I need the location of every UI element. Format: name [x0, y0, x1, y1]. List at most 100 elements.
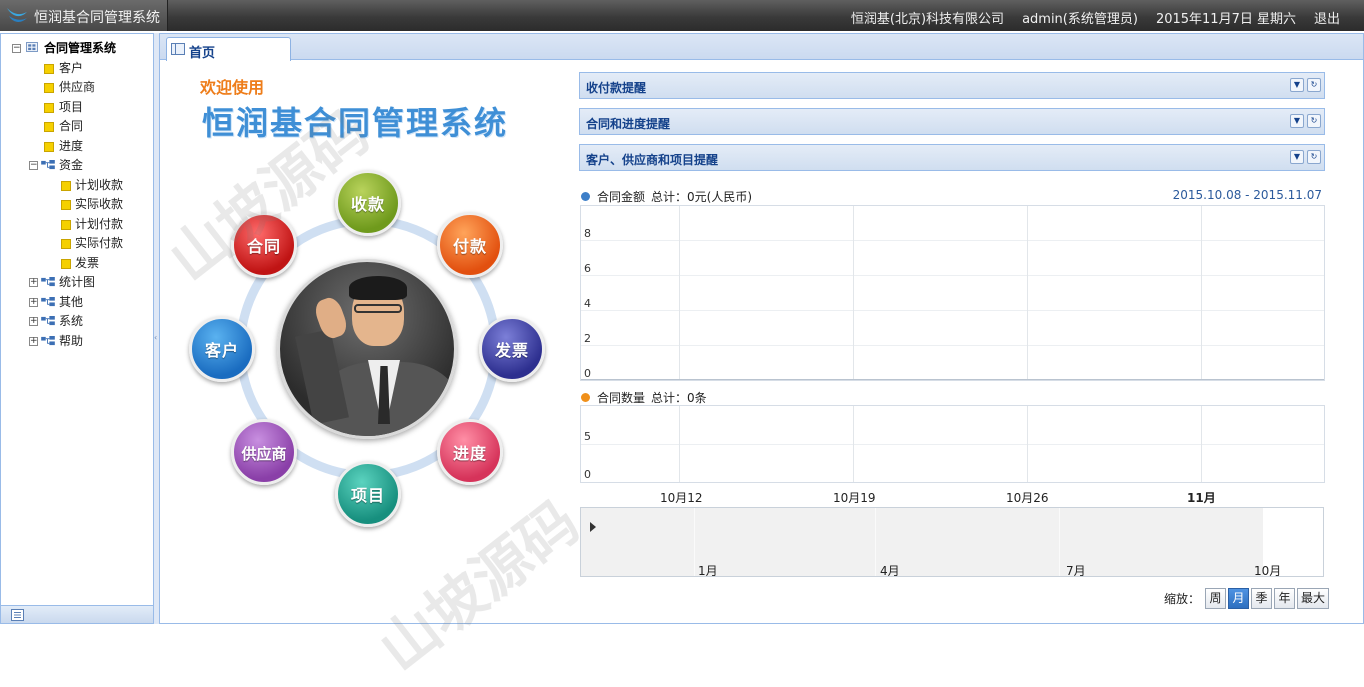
- tree-item-invoice[interactable]: 发票: [10, 254, 150, 274]
- count-legend-dot: [581, 393, 590, 402]
- zoom-quarter-button[interactable]: 季: [1251, 587, 1273, 609]
- sidebar-footer: [1, 605, 153, 623]
- expand-icon[interactable]: +: [29, 278, 38, 287]
- tree-item-actual-receipt[interactable]: 实际收款: [10, 195, 150, 215]
- company-name: 恒润基(北京)科技有限公司: [850, 12, 1005, 27]
- tree-item-actual-payment[interactable]: 实际付款: [10, 234, 150, 254]
- tree-item-customer[interactable]: 客户: [10, 59, 150, 79]
- tree-item-label: 计划付款: [75, 216, 124, 231]
- y-tick-label: 4: [584, 297, 591, 310]
- navigator-handle-icon[interactable]: [590, 522, 596, 532]
- tree-item-label: 实际收款: [75, 197, 124, 211]
- dropdown-icon[interactable]: ▼: [1290, 150, 1304, 164]
- refresh-icon[interactable]: ↻: [1307, 114, 1321, 128]
- y-tick-label: 0: [584, 468, 591, 481]
- x-tick-label: 10月19: [833, 491, 876, 505]
- system-brand: 恒润基合同管理系统: [202, 104, 509, 142]
- x-tick-label: 10月12: [660, 491, 703, 505]
- y-tick-label: 0: [584, 367, 591, 380]
- tree-item-supplier[interactable]: 供应商: [10, 78, 150, 98]
- amount-chart: 8 6 4 2 0: [580, 205, 1325, 381]
- tab-home[interactable]: 首页: [166, 37, 291, 61]
- y-tick-label: 6: [584, 262, 591, 275]
- navigator-tick: 7月: [1066, 564, 1086, 578]
- module-icon: [41, 296, 55, 306]
- project-button[interactable]: 项目: [335, 461, 401, 527]
- range-navigator[interactable]: 1月 4月 7月 10月: [580, 507, 1324, 578]
- zoom-max-button[interactable]: 最大: [1297, 587, 1330, 609]
- nav-tree: − 合同管理系统 客户 供应商 项目 合同 进度 − 资金 计划收款 实际收款 …: [10, 39, 150, 351]
- amount-summary: 总计：0元(人民币): [651, 190, 752, 204]
- tree-group-system[interactable]: + 系统: [10, 312, 150, 332]
- y-tick-label: 8: [584, 227, 591, 240]
- page-icon: [61, 180, 71, 191]
- dropdown-icon[interactable]: ▼: [1290, 114, 1304, 128]
- payment-button[interactable]: 付款: [437, 212, 503, 278]
- invoice-button[interactable]: 发票: [479, 316, 545, 382]
- top-header: 恒润基合同管理系统 恒润基(北京)科技有限公司 admin(系统管理员) 201…: [0, 0, 1364, 31]
- supplier-button[interactable]: 供应商: [231, 419, 297, 485]
- refresh-icon[interactable]: ↻: [1307, 78, 1321, 92]
- tree-group-label: 其他: [59, 294, 84, 309]
- module-icon: [41, 160, 55, 170]
- tree-item-label: 进度: [59, 138, 84, 153]
- logout-link[interactable]: 退出: [1314, 8, 1340, 27]
- collapse-icon[interactable]: −: [12, 44, 21, 53]
- refresh-icon[interactable]: ↻: [1307, 150, 1321, 164]
- tree-item-label: 项目: [59, 99, 84, 114]
- tree-item-label: 客户: [59, 60, 84, 75]
- tree-item-label: 合同: [59, 119, 84, 133]
- tree-group-charts[interactable]: + 统计图: [10, 273, 150, 293]
- dropdown-icon[interactable]: ▼: [1290, 78, 1304, 92]
- tree-item-label: 供应商: [59, 80, 96, 94]
- tree-item-label: 发票: [75, 255, 100, 270]
- zoom-month-button[interactable]: 月: [1228, 587, 1250, 609]
- customer-button[interactable]: 客户: [189, 316, 255, 382]
- expand-icon[interactable]: +: [29, 336, 38, 346]
- tree-item-label: 计划收款: [75, 177, 124, 192]
- current-date: 2015年11月7日 星期六: [1155, 12, 1296, 27]
- tree-item-progress[interactable]: 进度: [10, 137, 150, 157]
- list-icon[interactable]: [11, 609, 24, 621]
- contract-progress-reminder-panel[interactable]: 合同和进度提醒 ▼ ↻: [579, 108, 1325, 135]
- customer-reminder-panel[interactable]: 客户、供应商和项目提醒 ▼ ↻: [579, 144, 1325, 171]
- current-user: admin(系统管理员): [1022, 12, 1138, 27]
- tree-item-contract[interactable]: 合同: [10, 117, 150, 137]
- y-tick-label: 5: [584, 430, 591, 443]
- progress-button[interactable]: 进度: [437, 419, 503, 485]
- logo-icon: [7, 8, 27, 22]
- navigator-tick: 4月: [880, 564, 900, 578]
- count-legend: 合同数量 总计：0条: [580, 389, 980, 405]
- collapse-icon[interactable]: −: [29, 161, 38, 170]
- tree-group-help[interactable]: + 帮助: [10, 332, 150, 352]
- tree-item-project[interactable]: 项目: [10, 98, 150, 118]
- payment-reminder-panel[interactable]: 收付款提醒 ▼ ↻: [579, 72, 1325, 99]
- expand-icon[interactable]: +: [29, 297, 38, 307]
- contract-button[interactable]: 合同: [231, 212, 297, 278]
- y-tick-label: 2: [584, 332, 591, 345]
- zoom-label: 缩放：: [1164, 591, 1201, 606]
- navigator-selection[interactable]: [581, 508, 1263, 576]
- tree-item-planned-payment[interactable]: 计划付款: [10, 215, 150, 235]
- navigator-tick: 10月: [1254, 564, 1282, 578]
- x-tick-label: 11月: [1187, 491, 1216, 505]
- tree-group-label: 帮助: [59, 333, 84, 348]
- expand-icon[interactable]: +: [29, 317, 38, 326]
- module-icon: [41, 335, 55, 345]
- receipt-button[interactable]: 收款: [335, 170, 401, 236]
- zoom-week-button[interactable]: 周: [1205, 587, 1227, 609]
- tree-group-funds[interactable]: − 资金: [10, 156, 150, 176]
- tree-root[interactable]: − 合同管理系统: [10, 39, 150, 59]
- tab-home-label: 首页: [189, 46, 216, 61]
- tree-item-planned-receipt[interactable]: 计划收款: [10, 176, 150, 196]
- page-icon: [61, 258, 71, 269]
- system-icon: [26, 42, 38, 52]
- header-info: 恒润基(北京)科技有限公司 admin(系统管理员) 2015年11月7日 星期…: [850, 8, 1364, 27]
- tree-item-label: 实际付款: [75, 236, 124, 250]
- zoom-controls: 缩放： 周 月 季 年 最大: [1164, 587, 1330, 609]
- zoom-year-button[interactable]: 年: [1274, 587, 1296, 609]
- tree-group-other[interactable]: + 其他: [10, 293, 150, 313]
- module-icon: [41, 277, 55, 287]
- amount-legend-label: 合同金额: [597, 190, 646, 204]
- collapse-arrow-icon[interactable]: ‹: [154, 333, 157, 342]
